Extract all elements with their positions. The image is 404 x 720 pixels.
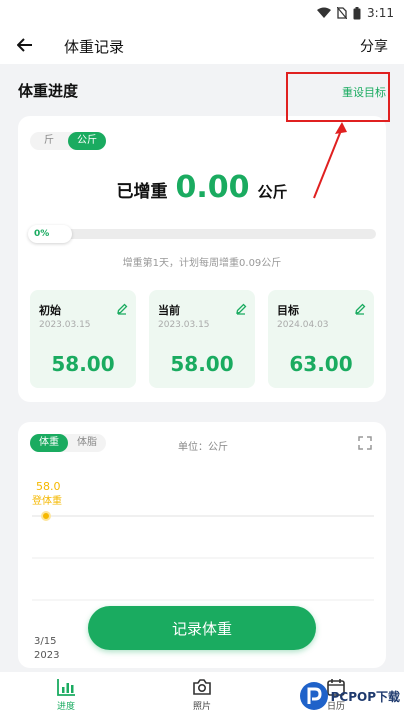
unit-toggle: 斤 公斤 xyxy=(30,132,106,150)
edit-current-button[interactable] xyxy=(235,300,247,319)
nav-label: 进度 xyxy=(56,702,75,712)
nav-item-progress[interactable]: 进度 xyxy=(36,678,96,712)
gain-label: 已增重 xyxy=(116,182,168,202)
gain-unit: 公斤 xyxy=(257,183,288,201)
progress-card: 斤 公斤 已增重 0.00 公斤 0% 增重第1天，计划每周增重0.09公斤 初… xyxy=(18,116,386,402)
app-bar: 体重记录 分享 xyxy=(0,26,404,64)
stat-date: 2023.03.15 xyxy=(158,320,210,330)
status-bar: 3:11 xyxy=(0,0,404,26)
pencil-icon xyxy=(117,303,128,315)
chart-grid xyxy=(32,515,374,601)
battery-icon xyxy=(353,6,361,20)
progress-percent: 0% xyxy=(28,225,72,243)
stat-date: 2024.04.03 xyxy=(277,320,329,330)
stat-card-current: 当前 2023.03.15 58.00 xyxy=(149,290,255,388)
gain-value: 0.00 xyxy=(175,170,250,205)
watermark-text: PCPOP下载 xyxy=(330,689,400,704)
stat-date: 2023.03.15 xyxy=(39,320,91,330)
back-button[interactable] xyxy=(14,34,36,56)
arrow-left-icon xyxy=(17,38,32,52)
stat-title: 初始 xyxy=(39,304,61,317)
stat-value: 63.00 xyxy=(289,352,353,376)
fullscreen-icon xyxy=(358,436,372,450)
no-sim-icon xyxy=(337,7,348,19)
unit-option-kg[interactable]: 公斤 xyxy=(68,132,106,150)
metric-option-bodyfat[interactable]: 体脂 xyxy=(68,434,106,452)
watermark: PCPOP下载 xyxy=(299,682,400,710)
x-tick-label: 3/15 xyxy=(34,636,56,647)
x-year-label: 2023 xyxy=(34,650,59,661)
chart-unit-text: 单位：公斤 xyxy=(178,442,228,453)
stat-card-goal: 目标 2024.04.03 63.00 xyxy=(268,290,374,388)
stat-title: 目标 xyxy=(277,304,299,317)
edit-initial-button[interactable] xyxy=(116,300,128,319)
stat-value: 58.00 xyxy=(51,352,115,376)
metric-toggle: 体重 体脂 xyxy=(30,434,106,452)
data-point xyxy=(41,511,51,521)
edit-goal-button[interactable] xyxy=(354,300,366,319)
wifi-icon xyxy=(317,7,332,19)
unit-option-jin[interactable]: 斤 xyxy=(30,132,68,150)
metric-option-weight[interactable]: 体重 xyxy=(30,434,68,452)
watermark-logo-icon xyxy=(299,682,328,710)
stat-card-initial: 初始 2023.03.15 58.00 xyxy=(30,290,136,388)
stat-title: 当前 xyxy=(158,304,180,317)
clock-time: 3:11 xyxy=(367,6,394,20)
pencil-icon xyxy=(355,303,366,315)
camera-icon xyxy=(193,679,211,695)
record-weight-button[interactable]: 记录体重 xyxy=(88,606,316,650)
gain-summary: 已增重 0.00 公斤 xyxy=(18,170,386,205)
chart-bar-icon xyxy=(57,679,75,696)
reset-goal-link[interactable]: 重设目标 xyxy=(342,84,386,100)
stat-value: 58.00 xyxy=(170,352,234,376)
nav-item-photos[interactable]: 照片 xyxy=(172,678,232,712)
point-value-label: 58.0 xyxy=(36,480,61,493)
page-title: 体重记录 xyxy=(64,38,125,56)
progress-section-title: 体重进度 xyxy=(18,82,79,100)
plan-text: 增重第1天，计划每周增重0.09公斤 xyxy=(122,258,282,269)
nav-label: 照片 xyxy=(192,702,211,712)
share-button[interactable]: 分享 xyxy=(360,36,388,56)
progress-bar: 0% xyxy=(28,225,376,243)
point-tag-label: 登体重 xyxy=(32,494,62,507)
pencil-icon xyxy=(236,303,247,315)
fullscreen-button[interactable] xyxy=(358,435,372,454)
